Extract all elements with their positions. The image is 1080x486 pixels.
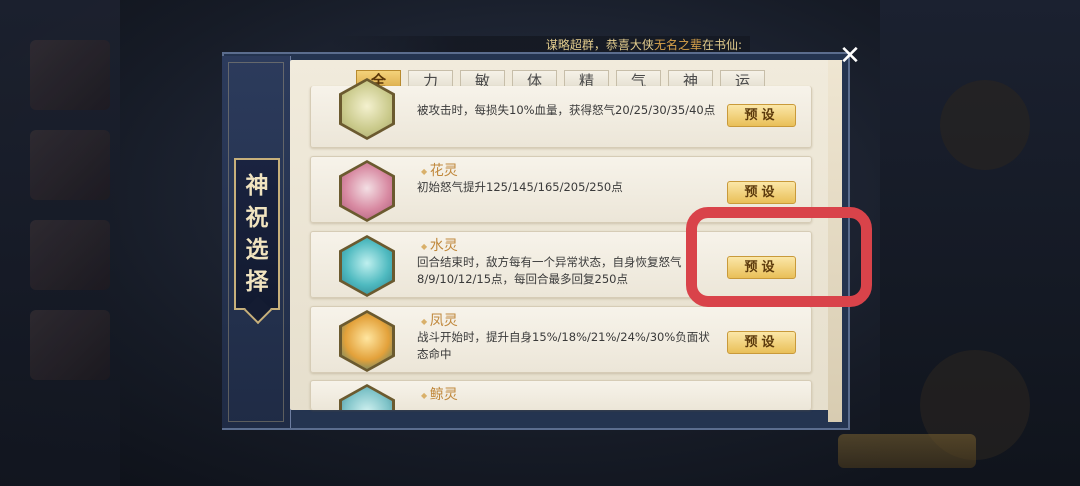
background-left-panel bbox=[0, 0, 120, 486]
blessing-portrait bbox=[339, 160, 395, 222]
blessing-description: 战斗开始时，提升自身15%/18%/21%/24%/30%负面状态命中 bbox=[417, 330, 710, 361]
title-char: 选 bbox=[245, 236, 269, 263]
background-decoration bbox=[940, 80, 1030, 170]
blessing-portrait bbox=[339, 235, 395, 297]
preset-button[interactable]: 预设 bbox=[727, 331, 796, 354]
background-tile bbox=[30, 220, 110, 290]
portrait-image bbox=[342, 238, 392, 294]
blessing-portrait bbox=[339, 310, 395, 372]
blessing-portrait bbox=[339, 78, 395, 140]
announcement-player: 无名之辈 bbox=[653, 38, 702, 52]
blessing-card-phoenix: 凤灵 战斗开始时，提升自身15%/18%/21%/24%/30%负面状态命中 预… bbox=[310, 306, 812, 373]
announcement-prefix: 谋略超群，恭喜大侠 bbox=[545, 38, 654, 52]
background-right-panel bbox=[880, 0, 1080, 486]
portrait-image bbox=[342, 387, 392, 410]
blessing-card-whale: 鲸灵 bbox=[310, 380, 812, 410]
portrait-image bbox=[342, 163, 392, 219]
blessing-portrait bbox=[339, 384, 395, 410]
blessing-description: 被攻击时，每损失10%血量，获得怒气20/25/30/35/40点 bbox=[417, 103, 716, 117]
blessing-name: 花灵 bbox=[421, 160, 458, 180]
background-tile bbox=[30, 40, 110, 110]
blessing-name: 鲸灵 bbox=[421, 384, 458, 404]
announcement-suffix: 在书仙: bbox=[701, 38, 742, 52]
background-button bbox=[838, 434, 976, 468]
preset-button[interactable]: 预设 bbox=[727, 104, 796, 127]
title-char: 祝 bbox=[245, 204, 269, 231]
background-tile bbox=[30, 130, 110, 200]
portrait-image bbox=[342, 313, 392, 369]
preset-button[interactable]: 预设 bbox=[727, 181, 796, 204]
highlight-annotation bbox=[686, 207, 872, 307]
blessing-description: 回合结束时，敌方每有一个异常状态，自身恢复怒气8/9/10/12/15点，每回合… bbox=[417, 255, 682, 286]
blessing-name: 水灵 bbox=[421, 235, 458, 255]
blessing-name: 凤灵 bbox=[421, 310, 458, 330]
portrait-image bbox=[342, 81, 392, 137]
title-char: 神 bbox=[245, 172, 269, 199]
blessing-card: 被攻击时，每损失10%血量，获得怒气20/25/30/35/40点 预设 bbox=[310, 78, 812, 148]
title-char: 择 bbox=[245, 268, 269, 295]
dialog-title: 神 祝 选 择 bbox=[234, 158, 280, 310]
blessing-description: 初始怒气提升125/145/165/205/250点 bbox=[417, 180, 623, 194]
background-tile bbox=[30, 310, 110, 380]
